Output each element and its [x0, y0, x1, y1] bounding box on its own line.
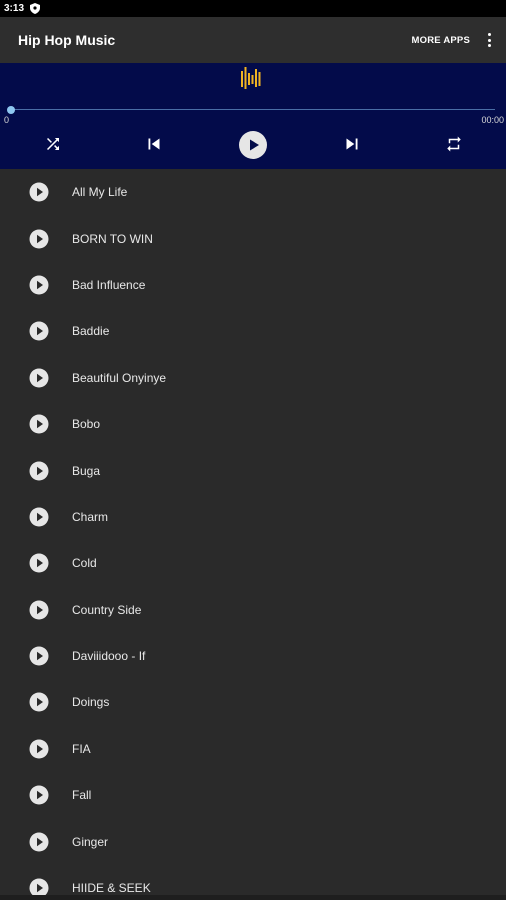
shuffle-icon[interactable] [40, 131, 66, 157]
song-item[interactable]: Daviiidooo - If [0, 633, 506, 679]
song-item[interactable]: HIIDE & SEEK [0, 865, 506, 895]
song-title: Beautiful Onyinye [72, 370, 167, 385]
play-circle-icon[interactable] [29, 414, 49, 434]
song-item[interactable]: Buga [0, 447, 506, 493]
app-title: Hip Hop Music [18, 32, 116, 48]
song-title: Cold [72, 556, 97, 571]
play-circle-icon[interactable] [29, 739, 49, 759]
song-title: Baddie [72, 324, 110, 339]
song-item[interactable]: Bobo [0, 401, 506, 447]
play-circle-icon[interactable] [29, 275, 49, 295]
repeat-icon[interactable] [441, 131, 467, 157]
player-panel: 0 00:00 [0, 63, 506, 169]
song-title: FIA [72, 741, 91, 756]
song-list: All My Life BORN TO WIN Bad Influence Baddi… [0, 169, 506, 895]
song-title: Daviiidooo - If [72, 649, 146, 664]
play-circle-icon[interactable] [29, 461, 49, 481]
play-circle-icon[interactable] [29, 229, 49, 249]
song-item[interactable]: Bad Influence [0, 262, 506, 308]
bottom-edge [0, 895, 506, 900]
song-title: Bobo [72, 417, 101, 432]
play-circle-icon[interactable] [29, 600, 49, 620]
song-title: Doings [72, 695, 110, 710]
seek-thumb[interactable] [7, 106, 15, 114]
skip-next-icon[interactable] [339, 131, 365, 157]
play-circle-icon[interactable] [29, 832, 49, 852]
play-circle-icon[interactable] [29, 321, 49, 341]
song-item[interactable]: Beautiful Onyinye [0, 355, 506, 401]
song-item[interactable]: Baddie [0, 308, 506, 354]
elapsed-time: 0 [4, 115, 10, 125]
play-circle-icon[interactable] [29, 553, 49, 573]
equalizer-icon [241, 67, 261, 89]
song-title: All My Life [72, 185, 128, 200]
song-title: Buga [72, 463, 101, 478]
app-bar: Hip Hop Music MORE APPS [0, 17, 506, 63]
song-title: Ginger [72, 834, 109, 849]
song-item[interactable]: Doings [0, 679, 506, 725]
song-title: BORN TO WIN [72, 231, 153, 246]
song-item[interactable]: Cold [0, 540, 506, 586]
song-item[interactable]: All My Life [0, 169, 506, 215]
skip-previous-icon[interactable] [141, 131, 167, 157]
song-title: Charm [72, 509, 109, 524]
play-circle-icon[interactable] [29, 507, 49, 527]
overflow-menu-icon[interactable] [484, 31, 494, 49]
play-circle-icon[interactable] [29, 646, 49, 666]
song-item[interactable]: BORN TO WIN [0, 215, 506, 261]
play-circle-icon[interactable] [29, 692, 49, 712]
status-time: 3:13 [4, 3, 25, 14]
play-circle-icon[interactable] [29, 182, 49, 202]
song-item[interactable]: Ginger [0, 818, 506, 864]
song-item[interactable]: FIA [0, 726, 506, 772]
song-title: HIIDE & SEEK [72, 881, 151, 895]
status-bar: 3:13 [0, 0, 506, 17]
duration-time: 00:00 [481, 115, 504, 125]
song-title: Bad Influence [72, 277, 146, 292]
more-apps-button[interactable]: MORE APPS [412, 35, 470, 46]
song-item[interactable]: Country Side [0, 587, 506, 633]
play-icon[interactable] [238, 130, 268, 160]
song-item[interactable]: Fall [0, 772, 506, 818]
seek-bar[interactable] [11, 109, 495, 110]
song-title: Country Side [72, 602, 142, 617]
song-item[interactable]: Charm [0, 494, 506, 540]
song-title: Fall [72, 788, 92, 803]
play-circle-icon[interactable] [29, 878, 49, 895]
play-circle-icon[interactable] [29, 368, 49, 388]
shield-icon [30, 3, 41, 14]
play-circle-icon[interactable] [29, 785, 49, 805]
